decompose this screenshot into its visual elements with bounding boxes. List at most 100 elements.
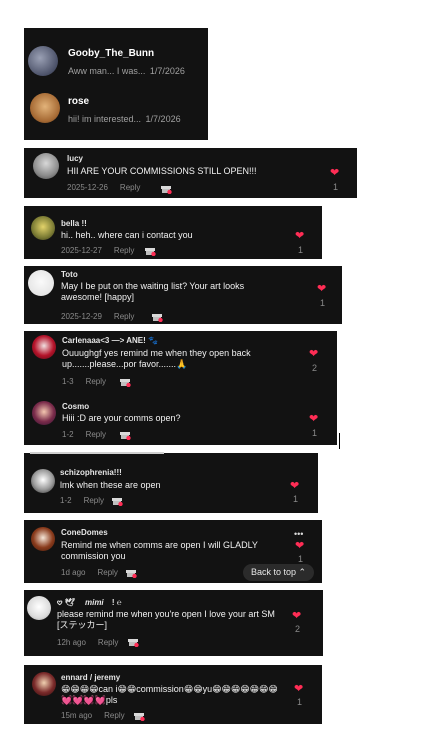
reply-button[interactable]: Reply — [114, 246, 134, 255]
comment-username[interactable]: ConeDomes — [61, 528, 108, 537]
comment-meta: 1-2 Reply — [62, 430, 118, 439]
gift-icon[interactable] — [126, 568, 137, 578]
gift-icon[interactable] — [112, 496, 123, 506]
comment-text: Hiii :D are your comms open? — [62, 413, 181, 423]
comment-text: HII ARE YOUR COMMISSIONS STILL OPEN!!! — [67, 166, 257, 176]
like-count: 1 — [312, 428, 318, 438]
comment-card: bella !! hi.. heh.. where can i contact … — [24, 206, 322, 259]
divider — [339, 433, 340, 449]
comment-text: 😁😁😁😁can i😁😁commission😁😁yu😁😁😁😁😁😁😁💓💓💓💓pls — [61, 684, 278, 705]
comment-meta: 2025-12-27 Reply — [61, 246, 146, 255]
back-to-top-button[interactable]: Back to top ⌃ — [243, 564, 315, 581]
comment-card: ConeDomes Remind me when comms are open … — [24, 520, 322, 583]
dm-name[interactable]: Gooby_The_Bunn — [68, 48, 154, 59]
comment-text: please remind me when you're open I love… — [57, 609, 275, 630]
avatar[interactable] — [31, 527, 55, 551]
comment-time: 2025-12-29 — [61, 312, 102, 321]
comment-username[interactable]: schizophrenia!!! — [60, 468, 122, 477]
divider — [30, 452, 164, 454]
heart-icon[interactable]: ❤ — [309, 349, 318, 360]
like-count: 1 — [293, 494, 299, 504]
comment-time: 1-2 — [62, 430, 74, 439]
heart-icon[interactable]: ❤ — [290, 481, 299, 492]
reply-button[interactable]: Reply — [86, 377, 106, 386]
avatar[interactable] — [27, 596, 51, 620]
like-count: 1 — [298, 245, 304, 255]
gift-icon[interactable] — [145, 246, 156, 256]
like-count: 1 — [333, 182, 339, 192]
reply-button[interactable]: Reply — [84, 496, 104, 505]
comment-text: hi.. heh.. where can i contact you — [61, 230, 193, 240]
comment-card: 𖹭 🕊 mimi ! ℮ please remind me when you'r… — [24, 590, 323, 656]
dm-name[interactable]: rose — [68, 96, 89, 107]
avatar[interactable] — [32, 672, 56, 696]
comment-time: 2025-12-27 — [61, 246, 102, 255]
comment-meta: 15m ago Reply — [61, 711, 137, 720]
avatar[interactable] — [31, 216, 55, 240]
comment-card: schizophrenia!!! lmk when these are open… — [24, 452, 318, 513]
reply-button[interactable]: Reply — [86, 430, 106, 439]
comment-meta: 2025-12-26 Reply — [67, 183, 152, 192]
heart-icon[interactable]: ❤ — [295, 541, 304, 552]
like-count: 2 — [312, 363, 318, 373]
comment-card: lucy HII ARE YOUR COMMISSIONS STILL OPEN… — [24, 148, 357, 198]
avatar[interactable] — [28, 270, 54, 296]
comment-time: 15m ago — [61, 711, 93, 720]
heart-icon[interactable]: ❤ — [309, 414, 318, 425]
more-options-icon[interactable]: ••• — [294, 529, 303, 539]
heart-icon[interactable]: ❤ — [317, 284, 326, 295]
dm-list-card: Gooby_The_Bunn Aww man... I was... 1/7/2… — [24, 28, 208, 140]
comment-text: Ouuughgf yes remind me when they open ba… — [62, 348, 251, 369]
avatar[interactable] — [30, 93, 60, 123]
comment-card: Carlenaaa<3 —> ANE! 🐾 Ouuughgf yes remin… — [24, 331, 337, 445]
comment-card: Toto May I be put on the waiting list? Y… — [24, 266, 342, 324]
comment-username[interactable]: Cosmo — [62, 402, 89, 411]
heart-icon[interactable]: ❤ — [295, 231, 304, 242]
heart-icon[interactable]: ❤ — [292, 611, 301, 622]
comment-time: 1-3 — [62, 377, 74, 386]
comment-meta: 1-3 Reply — [62, 377, 118, 386]
like-count: 1 — [297, 697, 303, 707]
avatar[interactable] — [32, 401, 56, 425]
comment-meta: 1-2 Reply — [60, 496, 116, 505]
comment-text: lmk when these are open — [60, 480, 161, 490]
gift-icon[interactable] — [120, 377, 131, 387]
comment-meta: 1d ago Reply — [61, 568, 130, 577]
comment-time: 2025-12-26 — [67, 183, 108, 192]
comment-meta: 12h ago Reply — [57, 638, 130, 647]
heart-icon[interactable]: ❤ — [294, 684, 303, 695]
like-count: 1 — [298, 554, 304, 564]
avatar[interactable] — [31, 469, 55, 493]
reply-button[interactable]: Reply — [114, 312, 134, 321]
gift-icon[interactable] — [128, 637, 139, 647]
comment-text: May I be put on the waiting list? Your a… — [61, 281, 245, 302]
gift-icon[interactable] — [161, 184, 172, 194]
avatar[interactable] — [32, 335, 56, 359]
gift-icon[interactable] — [120, 430, 131, 440]
gift-icon[interactable] — [134, 711, 145, 721]
comment-username[interactable]: bella !! — [61, 219, 87, 228]
comment-username[interactable]: 𖹭 🕊 mimi ! ℮ — [57, 597, 122, 608]
reply-button[interactable]: Reply — [104, 711, 124, 720]
comment-username[interactable]: lucy — [67, 154, 83, 163]
avatar[interactable] — [28, 46, 58, 76]
like-count: 2 — [295, 624, 301, 634]
comment-username[interactable]: ennard / jeremy — [61, 673, 120, 682]
comment-username[interactable]: Carlenaaa<3 —> ANE! 🐾 — [62, 336, 158, 345]
reply-button[interactable]: Reply — [97, 568, 117, 577]
comment-card: ennard / jeremy 😁😁😁😁can i😁😁commission😁😁y… — [24, 665, 322, 724]
dm-preview: Aww man... I was... 1/7/2026 — [68, 66, 185, 76]
like-count: 1 — [320, 298, 326, 308]
heart-icon[interactable]: ❤ — [330, 168, 339, 179]
comment-time: 1d ago — [61, 568, 86, 577]
comment-time: 1-2 — [60, 496, 72, 505]
comment-text: Remind me when comms are open I will GLA… — [61, 540, 258, 561]
gift-icon[interactable] — [152, 312, 163, 322]
reply-button[interactable]: Reply — [98, 638, 118, 647]
comment-time: 12h ago — [57, 638, 86, 647]
comment-username[interactable]: Toto — [61, 270, 78, 279]
reply-button[interactable]: Reply — [120, 183, 140, 192]
dm-preview: hii! im interested... 1/7/2026 — [68, 114, 181, 124]
avatar[interactable] — [33, 153, 59, 179]
comment-meta: 2025-12-29 Reply — [61, 312, 146, 321]
